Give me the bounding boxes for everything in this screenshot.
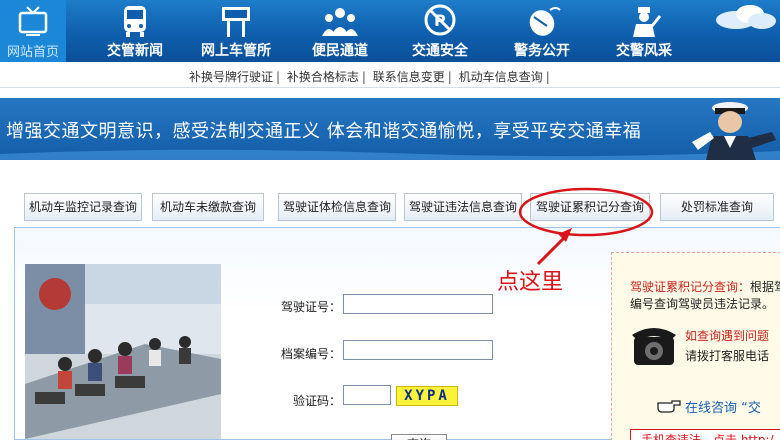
nav-item-police-affairs-label: 警务公开 (514, 43, 570, 59)
nav-item-news[interactable]: 交管新闻 (95, 0, 175, 62)
info-box: 驾驶证累积记分查询：根据驾 编号查询驾驶员违法记录。 如查询遇到问题 请拨打客服… (611, 252, 780, 440)
nav-item-convenience[interactable]: 便民通道 (300, 0, 380, 62)
people-icon (322, 8, 358, 36)
nav-item-convenience-label: 便民通道 (312, 43, 368, 59)
subnav-link-plate[interactable]: 补换号牌行驶证 (189, 70, 273, 84)
banner-slogan: 增强交通文明意识，感受法制交通正义 体会和谐交通愉悦，享受平安交通幸福 (6, 121, 642, 142)
annotation-arrow (536, 228, 572, 266)
nav-home-label: 网站首页 (6, 45, 59, 60)
query-panel: 驾驶证号： 档案编号： 验证码： XYPA 查询 驾驶证累积记分查询：根据驾 编… (14, 227, 780, 440)
help-text-hotline: 请拨打客服电话 (685, 349, 770, 363)
subnav-link-mark[interactable]: 补换合格标志 (287, 70, 359, 84)
annotation-text: 点这里 (497, 270, 564, 295)
tab-vehicle-unpaid[interactable]: 机动车未缴款查询 (152, 193, 264, 221)
tab-vehicle-monitoring[interactable]: 机动车监控记录查询 (24, 193, 142, 221)
slogan-banner: 增强交通文明意识，感受法制交通正义 体会和谐交通愉悦，享受平安交通幸福 (0, 98, 780, 160)
sign-board-icon (222, 7, 250, 37)
file-number-input[interactable] (343, 340, 493, 360)
telephone-icon (632, 328, 676, 365)
nav-home[interactable]: 网站首页 (0, 0, 66, 62)
license-number-label: 驾驶证号： (281, 300, 342, 314)
captcha-label: 验证码： (293, 394, 342, 408)
tab-license-violation[interactable]: 驾驶证违法信息查询 (404, 193, 522, 221)
nav-item-vehicle-office-label: 网上车管所 (201, 43, 271, 59)
sub-navigation: 补换号牌行驶证 | 补换合格标志 | 联系信息变更 | 机动车信息查询 | (0, 62, 780, 88)
query-tabs: 机动车监控记录查询 机动车未缴款查询 驾驶证体检信息查询 驾驶证违法信息查询 驾… (0, 193, 780, 223)
subnav-link-contact[interactable]: 联系信息变更 (373, 70, 445, 84)
info-description-line2: 编号查询驾驶员违法记录。 (630, 297, 775, 311)
nav-item-traffic-safety[interactable]: P 交通安全 (400, 0, 480, 62)
nav-item-news-label: 交管新闻 (107, 43, 163, 59)
top-navigation: 网站首页 交管新闻 网上车管所 便民通道 交通安全 警务公开 交警风采 (0, 0, 780, 62)
tab-license-medical[interactable]: 驾驶证体检信息查询 (278, 193, 396, 221)
info-description-tail: 根据驾 (750, 280, 780, 294)
nav-item-police-affairs[interactable]: 警务公开 (502, 0, 582, 62)
file-number-label: 档案编号： (281, 347, 342, 361)
tv-icon (18, 6, 48, 36)
mobile-violation-link[interactable]: 手机查违法，点击 http:/ (630, 429, 780, 440)
help-text-problem: 如查询遇到问题 (685, 329, 770, 343)
captcha-input[interactable] (343, 385, 391, 405)
license-number-input[interactable] (343, 294, 493, 314)
nav-item-vehicle-office[interactable]: 网上车管所 (190, 0, 282, 62)
mouse-icon (529, 7, 561, 36)
tab-penalty-standard[interactable]: 处罚标准查询 (660, 193, 774, 221)
nav-item-traffic-safety-label: 交通安全 (412, 43, 468, 59)
online-consult-link[interactable]: 在线咨询 “交 (685, 397, 761, 416)
service-hall-photo (25, 264, 221, 439)
police-officer-image (692, 102, 776, 160)
pointing-hand-icon (657, 400, 681, 413)
info-title: 驾驶证累积记分查询： (630, 280, 751, 294)
nav-item-police-style-label: 交警风采 (616, 43, 672, 59)
subnav-link-vehicle-info[interactable]: 机动车信息查询 (459, 70, 543, 84)
banner-wave (0, 149, 780, 160)
query-button[interactable]: 查询 (391, 434, 447, 440)
cloud-decoration (716, 5, 776, 29)
page-root: 网站首页 交管新闻 网上车管所 便民通道 交通安全 警务公开 交警风采 补换号牌… (0, 0, 780, 440)
info-description: 驾驶证累积记分查询：根据驾 (630, 278, 780, 295)
no-parking-icon: P (424, 4, 456, 36)
bus-icon (124, 6, 146, 37)
captcha-image[interactable]: XYPA (396, 386, 458, 406)
nav-item-police-style[interactable]: 交警风采 (604, 0, 684, 62)
traffic-police-icon (633, 7, 662, 37)
